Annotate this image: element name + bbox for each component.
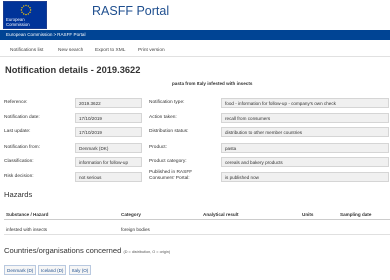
published-label: Published in RASFF Consumers' Portal: bbox=[149, 170, 192, 181]
classification-label: Classification: bbox=[4, 159, 34, 164]
hazard-substance-cell: infested with insects bbox=[6, 227, 48, 232]
countries-title-text: Countries/organisations concerned bbox=[4, 246, 122, 255]
logo-text: European Commission bbox=[6, 17, 30, 27]
product-category-value: cereals and bakery products bbox=[221, 156, 389, 167]
print-version-link[interactable]: Print version bbox=[138, 48, 165, 53]
classification-value: information for follow-up bbox=[75, 156, 142, 167]
countries-legend-note: (D = distribution, O = origin) bbox=[123, 250, 171, 254]
eu-star-icon bbox=[29, 11, 31, 13]
action-taken-value: recall from consumers bbox=[221, 112, 389, 123]
toolbar: Notifications list New search Export to … bbox=[0, 43, 390, 57]
table-row-divider bbox=[4, 234, 390, 235]
column-header-category: Category bbox=[121, 212, 141, 217]
country-italy-button[interactable]: Italy (O) bbox=[69, 265, 92, 275]
column-header-sampling-date: Sampling date bbox=[340, 212, 372, 217]
export-to-xml-link[interactable]: Export to XML bbox=[95, 48, 125, 53]
eu-star-icon bbox=[29, 7, 31, 9]
eu-star-icon bbox=[21, 7, 23, 9]
eu-star-icon bbox=[27, 13, 29, 15]
notification-subject: pasta from Italy infested with insects bbox=[172, 81, 253, 86]
eu-flag-icon bbox=[6, 3, 46, 17]
published-label-line: Consumers' Portal: bbox=[149, 175, 190, 181]
product-category-label: Product category: bbox=[149, 159, 187, 164]
published-value: is published now bbox=[221, 171, 389, 182]
product-label: Product: bbox=[149, 145, 167, 150]
hazards-title: Hazards bbox=[4, 190, 33, 199]
distribution-status-label: Distribution status: bbox=[149, 129, 189, 134]
reference-value: 2019.3622 bbox=[75, 97, 142, 108]
product-value: pasta bbox=[221, 142, 389, 153]
table-header-divider bbox=[4, 219, 390, 220]
breadcrumb-separator: > bbox=[53, 31, 57, 37]
hazard-category-cell: foreign bodies bbox=[121, 227, 150, 232]
notification-date-label: Notification date: bbox=[4, 115, 40, 120]
notification-from-value: Denmark (DK) bbox=[75, 142, 142, 153]
eu-star-icon bbox=[27, 5, 29, 7]
logo-text-line: Commission bbox=[6, 22, 30, 27]
eu-star-icon bbox=[20, 9, 23, 11]
country-iceland-button[interactable]: Iceland (D) bbox=[38, 265, 67, 275]
site-header: European Commission RASFF Portal bbox=[0, 0, 390, 30]
new-search-link[interactable]: New search bbox=[58, 48, 83, 53]
notification-date-value: 17/10/2019 bbox=[75, 112, 142, 123]
country-denmark-button[interactable]: Denmark (D) bbox=[4, 265, 37, 275]
notification-type-label: Notification type: bbox=[149, 100, 185, 105]
action-taken-label: Action taken: bbox=[149, 115, 177, 120]
last-update-value: 17/10/2019 bbox=[75, 126, 142, 137]
breadcrumb: European Commission>RASFF Portal bbox=[6, 32, 86, 37]
eu-star-icon bbox=[21, 11, 23, 13]
last-update-label: Last update: bbox=[4, 129, 31, 134]
notifications-list-link[interactable]: Notifications list bbox=[10, 48, 43, 53]
eu-star-icon bbox=[29, 9, 32, 11]
portal-title[interactable]: RASFF Portal bbox=[92, 4, 169, 18]
notification-type-value: food - information for follow-up - compa… bbox=[221, 97, 389, 108]
eu-star-icon bbox=[25, 4, 27, 7]
eu-star-icon bbox=[25, 13, 27, 16]
column-header-units: Units bbox=[302, 212, 314, 217]
notification-from-label: Notification from: bbox=[4, 145, 40, 150]
distribution-status-value: distribution to other member countries bbox=[221, 126, 389, 137]
risk-decision-label: Risk decision: bbox=[4, 174, 34, 179]
eu-star-icon bbox=[23, 13, 25, 15]
page-title: Notification details - 2019.3622 bbox=[5, 65, 141, 75]
column-header-analytical-result: Analytical result bbox=[203, 212, 239, 217]
breadcrumb-link-european-commission[interactable]: European Commission bbox=[6, 32, 52, 37]
breadcrumb-link-rasff-portal[interactable]: RASFF Portal bbox=[57, 32, 85, 37]
reference-label: Reference: bbox=[4, 100, 28, 105]
risk-decision-value: not serious bbox=[75, 171, 142, 182]
column-header-substance: Substance / Hazard bbox=[6, 212, 49, 217]
european-commission-logo[interactable]: European Commission bbox=[3, 1, 47, 29]
countries-title: Countries/organisations concerned (D = d… bbox=[4, 246, 170, 255]
published-label-line: Published in RASFF bbox=[149, 170, 193, 175]
eu-star-icon bbox=[23, 5, 25, 7]
